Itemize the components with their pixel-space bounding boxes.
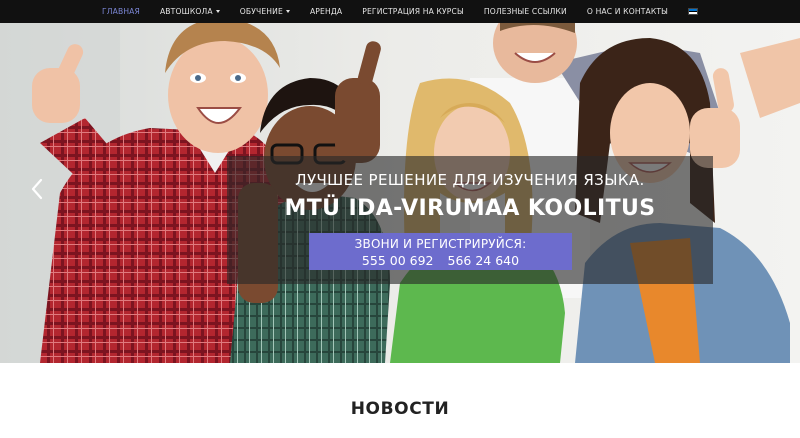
call-to-action-button[interactable]: ЗВОНИ И РЕГИСТРИРУЙСЯ: 555 00 692 566 24… — [309, 233, 572, 270]
hero-subtitle: ЛУЧШЕЕ РЕШЕНИЕ ДЛЯ ИЗУЧЕНИЯ ЯЗЫКА. — [295, 171, 645, 189]
nav-item-education[interactable]: ОБУЧЕНИЕ — [230, 0, 300, 23]
nav-item-home[interactable]: ГЛАВНАЯ — [92, 0, 150, 23]
nav-item-rent[interactable]: АРЕНДА — [300, 0, 352, 23]
hero-title: MTÜ IDA-VIRUMAA KOOLITUS — [284, 196, 656, 221]
phone-number-2[interactable]: 566 24 640 — [448, 253, 520, 268]
nav-item-label: ГЛАВНАЯ — [101, 7, 140, 16]
news-heading: НОВОСТИ — [350, 399, 450, 419]
nav-item-about-contacts[interactable]: О НАС И КОНТАКТЫ — [577, 0, 678, 23]
nav-item-useful-links[interactable]: ПОЛЕЗНЫЕ ССЫЛКИ — [474, 0, 577, 23]
caret-down-icon — [285, 10, 290, 13]
nav-item-label: АРЕНДА — [309, 7, 343, 16]
nav-item-driving-school[interactable]: АВТОШКОЛА — [150, 0, 230, 23]
nav-item-label: РЕГИСТРАЦИЯ НА КУРСЫ — [362, 7, 464, 16]
phone-numbers: 555 00 692 566 24 640 — [309, 253, 572, 268]
nav-item-label: О НАС И КОНТАКТЫ — [586, 7, 669, 16]
phone-number-1[interactable]: 555 00 692 — [362, 253, 434, 268]
top-navbar: ГЛАВНАЯ АВТОШКОЛА ОБУЧЕНИЕ АРЕНДА РЕГИСТ… — [0, 0, 800, 23]
nav-menu: ГЛАВНАЯ АВТОШКОЛА ОБУЧЕНИЕ АРЕНДА РЕГИСТ… — [92, 0, 708, 23]
nav-item-course-registration[interactable]: РЕГИСТРАЦИЯ НА КУРСЫ — [352, 0, 474, 23]
nav-item-language[interactable] — [678, 0, 708, 23]
chevron-left-icon[interactable] — [30, 178, 44, 200]
caret-down-icon — [215, 10, 220, 13]
nav-item-label: ПОЛЕЗНЫЕ ССЫЛКИ — [483, 7, 567, 16]
call-to-action-text: ЗВОНИ И РЕГИСТРИРУЙСЯ: — [354, 237, 527, 251]
nav-item-label: ОБУЧЕНИЕ — [239, 7, 283, 16]
nav-item-label: АВТОШКОЛА — [159, 7, 213, 16]
estonian-flag-icon — [688, 8, 699, 15]
